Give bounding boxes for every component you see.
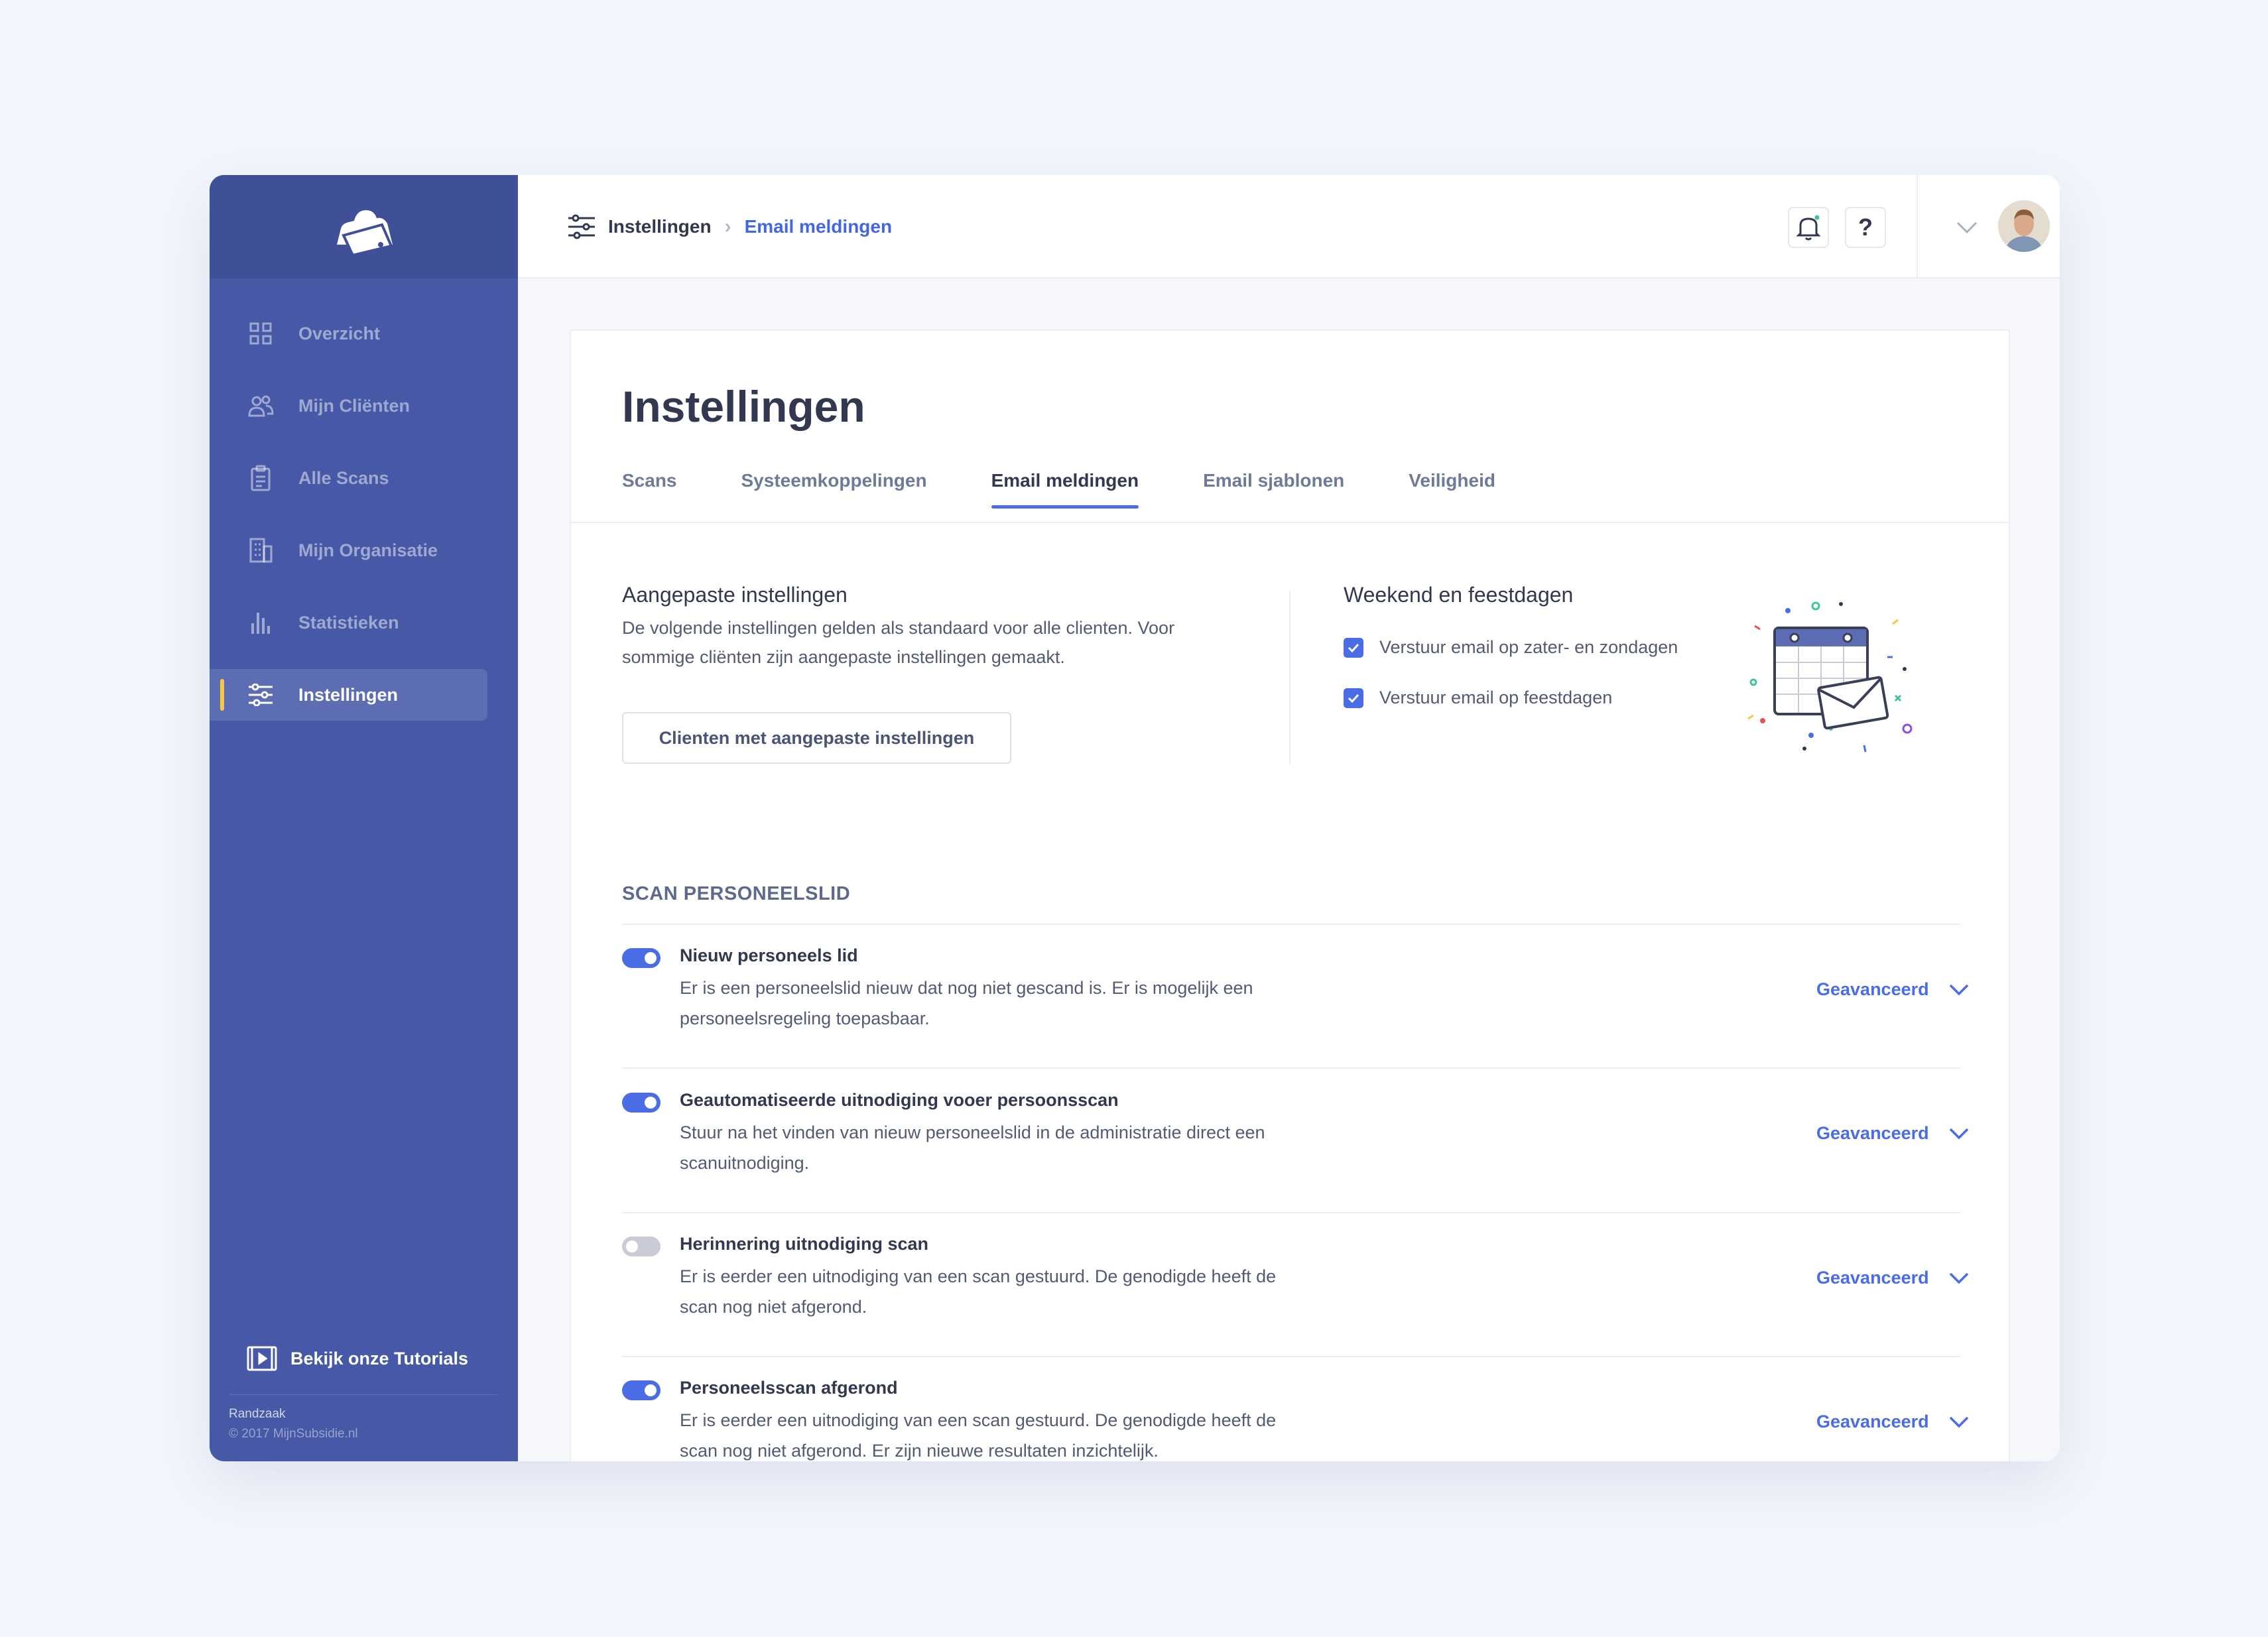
- advanced-label: Geavanceerd: [1816, 1268, 1929, 1288]
- chevron-down-icon[interactable]: [1954, 216, 1980, 239]
- row-desc-line-1: Stuur na het vinden van nieuw personeels…: [680, 1122, 1265, 1142]
- copyright: © 2017 MijnSubsidie.nl: [229, 1427, 358, 1441]
- sliders-icon: [247, 681, 275, 709]
- section-heading: SCAN PERSONEELSLID: [622, 883, 851, 904]
- custom-settings-title: Aangepaste instellingen: [622, 583, 848, 607]
- advanced-link[interactable]: Geavanceerd: [1816, 1123, 1970, 1144]
- checkbox-checked[interactable]: [1344, 637, 1363, 658]
- tab-email-sjablonen[interactable]: Email sjablonen: [1203, 470, 1344, 507]
- breadcrumb-separator: ›: [724, 215, 731, 237]
- row-title: Personeelsscan afgerond: [680, 1378, 898, 1398]
- row-title: Geautomatiseerde uitnodiging vooer perso…: [680, 1090, 1119, 1110]
- weekend-option[interactable]: Verstuur email op zater- en zondagen: [1344, 637, 1678, 658]
- sidebar-item-statistieken[interactable]: Statistieken: [210, 597, 487, 648]
- tab-email-meldingen[interactable]: Email meldingen: [991, 470, 1139, 509]
- bar-chart-icon: [247, 609, 275, 637]
- weekend-option-label: Verstuur email op zater- en zondagen: [1379, 637, 1678, 657]
- advanced-label: Geavanceerd: [1816, 1412, 1929, 1431]
- sidebar-item-instellingen[interactable]: Instellingen: [210, 669, 487, 721]
- section-divider: [1289, 591, 1291, 764]
- tab-veiligheid[interactable]: Veiligheid: [1409, 470, 1495, 507]
- sidebar-item-mijn-clienten[interactable]: Mijn Cliënten: [210, 380, 487, 432]
- advanced-label: Geavanceerd: [1816, 1123, 1929, 1143]
- clipboard-icon: [247, 464, 275, 492]
- sidebar: Overzicht Mijn Cliënten Alle Scans Mijn …: [210, 175, 518, 1461]
- breadcrumb-root[interactable]: Instellingen: [608, 216, 712, 237]
- advanced-link[interactable]: Geavanceerd: [1816, 1412, 1970, 1432]
- row-divider: [622, 1067, 1960, 1069]
- advanced-link[interactable]: Geavanceerd: [1816, 979, 1970, 1000]
- sliders-icon: [567, 213, 596, 240]
- video-icon: [247, 1345, 277, 1372]
- sidebar-item-overzicht[interactable]: Overzicht: [210, 308, 487, 359]
- custom-settings-desc-1: De volgende instellingen gelden als stan…: [622, 618, 1175, 638]
- weekend-title: Weekend en feestdagen: [1344, 583, 1574, 607]
- bell-icon: [1796, 215, 1821, 241]
- holiday-option[interactable]: Verstuur email op feestdagen: [1344, 688, 1612, 708]
- advanced-link[interactable]: Geavanceerd: [1816, 1268, 1970, 1288]
- toggle-switch-on[interactable]: [622, 1380, 661, 1400]
- tab-systeemkoppelingen[interactable]: Systeemkoppelingen: [741, 470, 927, 507]
- tutorials-link[interactable]: Bekijk onze Tutorials: [247, 1345, 468, 1372]
- sidebar-item-alle-scans[interactable]: Alle Scans: [210, 452, 487, 504]
- sidebar-item-label: Mijn Organisatie: [298, 540, 438, 560]
- sidebar-divider: [229, 1394, 498, 1395]
- toggle-switch-on[interactable]: [622, 948, 661, 968]
- row-desc-line-1: Er is een personeelslid nieuw dat nog ni…: [680, 978, 1253, 998]
- chevron-down-icon: [1949, 984, 1968, 995]
- checkmark-icon: [1348, 694, 1359, 703]
- help-button[interactable]: ?: [1845, 207, 1886, 248]
- chevron-down-icon: [1949, 1272, 1968, 1284]
- avatar[interactable]: [1998, 200, 2050, 252]
- logo-area[interactable]: [210, 175, 518, 278]
- row-title: Nieuw personeels lid: [680, 945, 858, 965]
- row-desc-line-2: scanuitnodiging.: [680, 1153, 810, 1173]
- row-desc-line-1: Er is eerder een uitnodiging van een sca…: [680, 1410, 1277, 1430]
- tutorials-label: Bekijk onze Tutorials: [290, 1348, 469, 1368]
- calendar-mail-illustration: [1747, 601, 1913, 753]
- settings-card: Instellingen Scans Systeemkoppelingen Em…: [570, 330, 2010, 1461]
- topbar-divider: [1917, 175, 1918, 278]
- checkmark-icon: [1348, 643, 1359, 652]
- tab-bar: Scans Systeemkoppelingen Email meldingen…: [622, 470, 1560, 509]
- app-window: Overzicht Mijn Cliënten Alle Scans Mijn …: [210, 175, 2060, 1461]
- chevron-down-icon: [1949, 1128, 1968, 1139]
- sidebar-item-mijn-organisatie[interactable]: Mijn Organisatie: [210, 524, 487, 576]
- breadcrumb: Instellingen › Email meldingen: [567, 210, 892, 244]
- row-title: Herinnering uitnodiging scan: [680, 1234, 929, 1254]
- advanced-label: Geavanceerd: [1816, 979, 1929, 999]
- tab-scans[interactable]: Scans: [622, 470, 677, 507]
- sidebar-item-label: Alle Scans: [298, 467, 389, 488]
- building-icon: [247, 536, 275, 564]
- tabs-divider: [571, 522, 2009, 523]
- row-desc-line-2: scan nog niet afgerond. Er zijn nieuwe r…: [680, 1441, 1159, 1461]
- row-desc-line-2: scan nog niet afgerond.: [680, 1297, 867, 1317]
- row-divider: [622, 1212, 1960, 1213]
- custom-settings-desc-2: sommige cliënten zijn aangepaste instell…: [622, 647, 1065, 667]
- topbar: Instellingen › Email meldingen ?: [518, 175, 2060, 278]
- toggle-switch-on[interactable]: [622, 1093, 661, 1113]
- toggle-switch-off[interactable]: [622, 1237, 661, 1256]
- custom-clients-button[interactable]: Clienten met aangepaste instellingen: [622, 712, 1011, 764]
- users-icon: [247, 392, 275, 420]
- row-desc-line-2: personeelsregeling toepasbaar.: [680, 1008, 930, 1028]
- chevron-down-icon: [1949, 1416, 1968, 1427]
- logo-icon: [336, 210, 393, 255]
- notifications-button[interactable]: [1788, 207, 1829, 248]
- page-title: Instellingen: [622, 382, 865, 431]
- sidebar-nav: Overzicht Mijn Cliënten Alle Scans Mijn …: [210, 308, 518, 741]
- company-name: Randzaak: [229, 1407, 286, 1421]
- breadcrumb-current: Email meldingen: [744, 216, 893, 237]
- checkbox-checked[interactable]: [1344, 688, 1363, 708]
- row-desc-line-1: Er is eerder een uitnodiging van een sca…: [680, 1266, 1277, 1286]
- sidebar-item-label: Instellingen: [298, 684, 399, 705]
- sidebar-item-label: Statistieken: [298, 612, 399, 633]
- holiday-option-label: Verstuur email op feestdagen: [1379, 688, 1613, 707]
- sidebar-item-label: Overzicht: [298, 323, 381, 343]
- sidebar-item-label: Mijn Cliënten: [298, 395, 410, 416]
- grid-icon: [247, 320, 275, 347]
- row-divider: [622, 924, 1960, 925]
- row-divider: [622, 1356, 1960, 1357]
